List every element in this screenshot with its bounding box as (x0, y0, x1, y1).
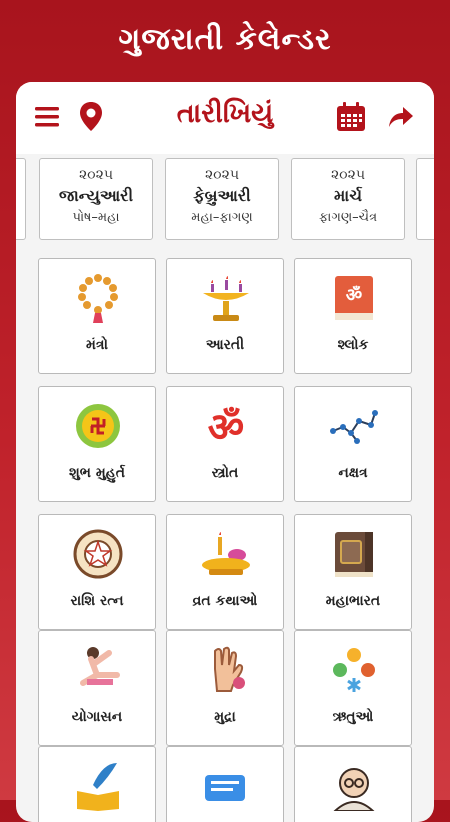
app-screen: તારીખિયું ૨૦૨૫ જાન્યુઆરી પોષ–મહા ૨૦૨૫ ફે… (16, 82, 434, 822)
tile-label: નક્ષત્ર (338, 465, 368, 481)
tile-label: વ્રત કથાઓ (192, 593, 258, 609)
om-icon: ॐ (208, 405, 244, 451)
month-name: જાન્યુઆરી (58, 186, 134, 205)
month-strip[interactable]: ૨૦૨૫ જાન્યુઆરી પોષ–મહા ૨૦૨૫ ફેબ્રુઆરી મહ… (16, 158, 434, 242)
tile-mudra[interactable]: મુદ્રા (166, 630, 284, 746)
constellation-icon (330, 410, 378, 444)
tile-aarti[interactable]: આરતી (166, 258, 284, 374)
tile-rashi-ratna[interactable]: રાશિ રત્ન (38, 514, 156, 630)
calendar-button[interactable] (336, 102, 366, 132)
tile-mantra[interactable]: મંત્રો (38, 258, 156, 374)
tile-label: મુદ્રા (214, 709, 236, 725)
swastika-icon (76, 404, 120, 448)
tile-label: શુભ મુહુર્ત (69, 465, 125, 481)
tile-strot[interactable]: ॐ સ્ત્રોત (166, 386, 284, 502)
mahabharat-book-icon (335, 532, 373, 577)
tile-yogasan[interactable]: યોગાસન (38, 630, 156, 746)
menu-button[interactable] (32, 102, 62, 132)
month-card-january[interactable]: ૨૦૨૫ જાન્યુઆરી પોષ–મહા (39, 158, 153, 240)
month-card-march[interactable]: ૨૦૨૫ માર્ચ ફાગણ–ચૈત્ર (291, 158, 405, 240)
month-year: ૨૦૨૫ (204, 167, 240, 183)
tile-vrat-katha[interactable]: વ્રત કથાઓ (166, 514, 284, 630)
scripture-book-icon: ॐ (335, 276, 373, 320)
svg-text:ॐ: ॐ (208, 405, 244, 451)
hand-mudra-icon (214, 646, 245, 692)
tile-label: યોગાસન (71, 709, 123, 725)
tile-label: મહાભારત (325, 593, 381, 609)
aarti-lamp-icon (203, 276, 249, 321)
tile-label: આરતી (205, 337, 245, 353)
tile-partial-literature[interactable] (38, 746, 156, 822)
gandhi-portrait-icon (333, 768, 375, 811)
quill-book-icon (77, 763, 119, 811)
month-year: ૨૦૨૫ (78, 167, 114, 183)
puja-thali-icon (202, 532, 250, 575)
month-hindu-months: પોષ–મહા (72, 210, 120, 225)
app-title: તારીખિયું (176, 98, 274, 129)
tile-label: ઋતુઓ (332, 709, 374, 725)
tile-label: રાશિ રત્ન (70, 593, 124, 609)
calendar-icon (337, 102, 365, 131)
tile-partial-messages[interactable] (166, 746, 284, 822)
tile-label: શ્લોક (337, 337, 369, 353)
share-icon (389, 107, 413, 127)
tile-mahabharat[interactable]: મહાભારત (294, 514, 412, 630)
tile-ritu[interactable]: ઋતુઓ (294, 630, 412, 746)
tile-label: સ્ત્રોત (211, 465, 239, 481)
svg-text:ॐ: ॐ (346, 285, 362, 306)
mala-beads-icon (78, 274, 118, 323)
tile-partial-personalities[interactable] (294, 746, 412, 822)
menu-icon (35, 107, 59, 127)
month-name: માર્ચ (333, 186, 363, 205)
yoga-pose-icon (80, 647, 120, 686)
app-bar: તારીખિયું (16, 82, 434, 154)
zodiac-wheel-icon (73, 529, 123, 579)
month-year: ૨૦૨૫ (330, 167, 366, 183)
month-card-previous[interactable] (16, 158, 26, 240)
month-card-next[interactable] (416, 158, 434, 240)
tile-shubh-muhurt[interactable]: શુભ મુહુર્ત (38, 386, 156, 502)
promo-title: ગુજરાતી કેલેન્ડર (118, 22, 332, 57)
month-card-february[interactable]: ૨૦૨૫ ફેબ્રુઆરી મહા–ફાગણ (165, 158, 279, 240)
share-button[interactable] (386, 102, 416, 132)
location-button[interactable] (76, 102, 106, 132)
tile-nakshatra[interactable]: નક્ષત્ર (294, 386, 412, 502)
tile-label: મંત્રો (86, 337, 108, 353)
seasons-icon (333, 648, 375, 692)
tile-shlok[interactable]: ॐ શ્લોક (294, 258, 412, 374)
location-pin-icon (80, 102, 102, 131)
month-hindu-months: ફાગણ–ચૈત્ર (318, 210, 378, 225)
month-hindu-months: મહા–ફાગણ (191, 210, 253, 225)
month-name: ફેબ્રુઆરી (193, 186, 251, 205)
chat-bubble-icon (205, 775, 245, 801)
